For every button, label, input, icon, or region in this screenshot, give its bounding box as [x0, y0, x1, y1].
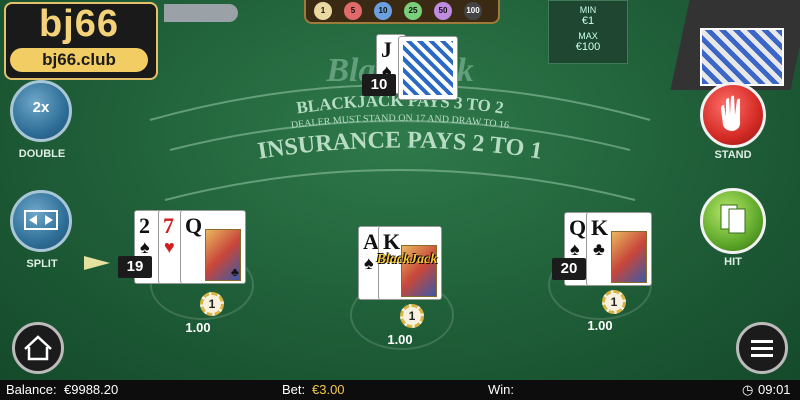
- card-suit: ♠: [140, 237, 150, 257]
- hand-bet-amount: 1.00: [387, 332, 413, 347]
- hand-score: 19: [118, 256, 152, 278]
- rule-insurance: INSURANCE PAYS 2 TO 1: [256, 127, 544, 164]
- stand-button[interactable]: [700, 82, 766, 148]
- bet-chip: 1: [400, 304, 424, 328]
- card-rank: Q: [185, 213, 203, 238]
- bet-label: Bet:: [282, 382, 306, 397]
- menu-button[interactable]: [736, 322, 788, 374]
- win-label: Win:: [488, 382, 514, 397]
- clock-icon: ◷: [742, 382, 754, 397]
- double-button[interactable]: 2x: [10, 80, 72, 142]
- home-button[interactable]: [12, 322, 64, 374]
- dealer-hole-card: [398, 36, 458, 100]
- split-label: SPLIT: [26, 258, 58, 270]
- card-rank: 7: [163, 213, 174, 238]
- hand-bet-amount: 1.00: [587, 318, 613, 333]
- hit-button[interactable]: [700, 188, 766, 254]
- hand-card: Q ♣: [180, 210, 246, 284]
- double-label: DOUBLE: [18, 148, 66, 160]
- card-rank: J: [381, 37, 392, 62]
- active-hand-arrow-icon: [84, 256, 110, 270]
- double-icon: 2x: [32, 99, 50, 116]
- hamburger-menu-icon: [751, 340, 773, 357]
- blackjack-badge: BlackJack: [376, 252, 438, 267]
- hit-label: HIT: [724, 256, 742, 268]
- card-suit: ♣: [231, 265, 239, 279]
- svg-text:INSURANCE PAYS 2 TO 1: INSURANCE PAYS 2 TO 1: [256, 127, 544, 164]
- balance-value: €9988.20: [64, 382, 119, 397]
- logo-url: bj66.club: [10, 48, 148, 72]
- hand-card: K ♣: [586, 212, 652, 286]
- hand-stop-icon: [721, 95, 741, 131]
- home-icon: [24, 335, 52, 361]
- logo-text: bj66: [38, 3, 120, 45]
- blackjack-table: 1 5 10 25 50 100 MIN €1 MAX €100 BlackJa…: [0, 0, 800, 380]
- balance-label: Balance:: [6, 382, 57, 397]
- status-bar: Balance: €9988.20 Bet: €3.00 Win: ◷ 09:0…: [0, 380, 800, 400]
- split-button[interactable]: [10, 190, 72, 252]
- split-icon: [24, 210, 58, 230]
- face-card-art: [611, 231, 647, 283]
- bet-chip: 1: [200, 292, 224, 316]
- card-suit: ♣: [593, 239, 605, 259]
- hit-cards-icon: [720, 204, 746, 234]
- card-rank: 2: [139, 213, 150, 238]
- card-suit: ♠: [570, 239, 580, 259]
- card-suit: ♥: [164, 237, 175, 257]
- hand-bet-amount: 1.00: [185, 320, 211, 335]
- stand-label: STAND: [714, 149, 752, 161]
- bet-value: €3.00: [312, 382, 345, 397]
- card-rank: Q: [569, 215, 587, 240]
- hand-score: 20: [552, 258, 586, 280]
- clock-time: 09:01: [758, 382, 791, 397]
- dealer-score: 10: [362, 74, 396, 96]
- card-rank: K: [591, 215, 609, 240]
- bet-chip: 1: [602, 290, 626, 314]
- brand-logo: bj66 bj66.club: [0, 0, 158, 84]
